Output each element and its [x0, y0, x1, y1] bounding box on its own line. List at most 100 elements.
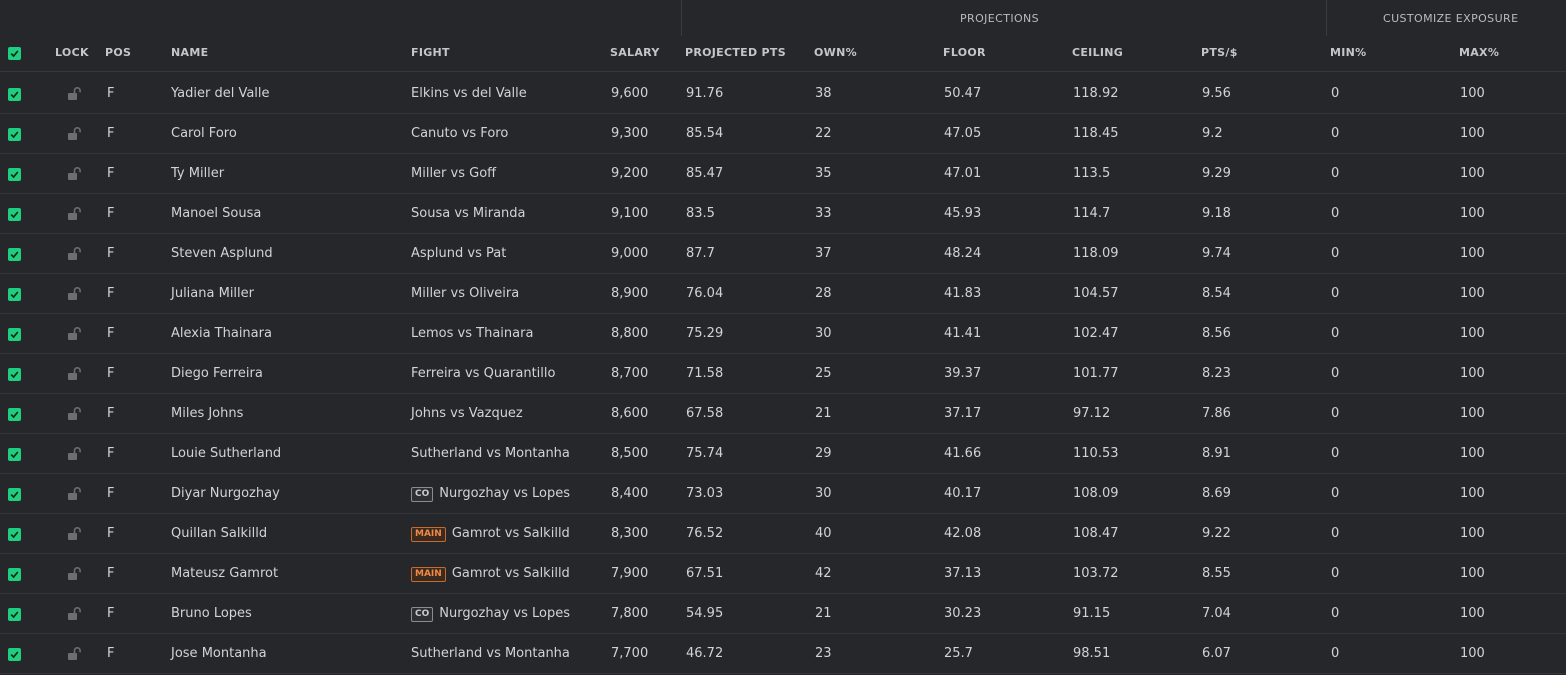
- projected-pts[interactable]: 76.52: [686, 526, 723, 541]
- player-name[interactable]: Juliana Miller: [171, 286, 254, 301]
- column-header-ceiling[interactable]: CEILING: [1072, 46, 1123, 59]
- min-exposure[interactable]: 0: [1331, 646, 1339, 661]
- projected-pts[interactable]: 76.04: [686, 286, 723, 301]
- unlock-icon[interactable]: [67, 206, 83, 225]
- row-select-checkbox[interactable]: [8, 488, 21, 501]
- player-name[interactable]: Carol Foro: [171, 126, 237, 141]
- max-exposure[interactable]: 100: [1460, 86, 1485, 101]
- projected-pts[interactable]: 67.51: [686, 566, 723, 581]
- column-header-name[interactable]: NAME: [171, 46, 208, 59]
- column-header-own[interactable]: OWN%: [814, 46, 857, 59]
- projected-pts[interactable]: 46.72: [686, 646, 723, 661]
- row-select-checkbox[interactable]: [8, 448, 21, 461]
- min-exposure[interactable]: 0: [1331, 566, 1339, 581]
- max-exposure[interactable]: 100: [1460, 606, 1485, 621]
- max-exposure[interactable]: 100: [1460, 486, 1485, 501]
- min-exposure[interactable]: 0: [1331, 526, 1339, 541]
- row-select-checkbox[interactable]: [8, 88, 21, 101]
- max-exposure[interactable]: 100: [1460, 246, 1485, 261]
- player-name[interactable]: Bruno Lopes: [171, 606, 252, 621]
- row-select-checkbox[interactable]: [8, 208, 21, 221]
- projected-pts[interactable]: 71.58: [686, 366, 723, 381]
- row-select-checkbox[interactable]: [8, 288, 21, 301]
- unlock-icon[interactable]: [67, 326, 83, 345]
- projected-pts[interactable]: 54.95: [686, 606, 723, 621]
- max-exposure[interactable]: 100: [1460, 286, 1485, 301]
- column-header-floor[interactable]: FLOOR: [943, 46, 986, 59]
- min-exposure[interactable]: 0: [1331, 86, 1339, 101]
- min-exposure[interactable]: 0: [1331, 206, 1339, 221]
- max-exposure[interactable]: 100: [1460, 366, 1485, 381]
- max-exposure[interactable]: 100: [1460, 406, 1485, 421]
- player-name[interactable]: Manoel Sousa: [171, 206, 261, 221]
- row-select-checkbox[interactable]: [8, 248, 21, 261]
- max-exposure[interactable]: 100: [1460, 646, 1485, 661]
- projected-pts[interactable]: 83.5: [686, 206, 715, 221]
- player-name[interactable]: Alexia Thainara: [171, 326, 272, 341]
- player-name[interactable]: Yadier del Valle: [171, 86, 270, 101]
- projected-pts[interactable]: 91.76: [686, 86, 723, 101]
- row-select-checkbox[interactable]: [8, 128, 21, 141]
- min-exposure[interactable]: 0: [1331, 246, 1339, 261]
- column-header-pos[interactable]: POS: [105, 46, 131, 59]
- unlock-icon[interactable]: [67, 446, 83, 465]
- min-exposure[interactable]: 0: [1331, 126, 1339, 141]
- min-exposure[interactable]: 0: [1331, 326, 1339, 341]
- unlock-icon[interactable]: [67, 486, 83, 505]
- own-percent[interactable]: 25: [815, 366, 832, 381]
- min-exposure[interactable]: 0: [1331, 606, 1339, 621]
- own-percent[interactable]: 23: [815, 646, 832, 661]
- own-percent[interactable]: 38: [815, 86, 832, 101]
- own-percent[interactable]: 33: [815, 206, 832, 221]
- row-select-checkbox[interactable]: [8, 568, 21, 581]
- player-name[interactable]: Quillan Salkilld: [171, 526, 267, 541]
- projected-pts[interactable]: 75.29: [686, 326, 723, 341]
- row-select-checkbox[interactable]: [8, 328, 21, 341]
- min-exposure[interactable]: 0: [1331, 286, 1339, 301]
- max-exposure[interactable]: 100: [1460, 446, 1485, 461]
- row-select-checkbox[interactable]: [8, 528, 21, 541]
- own-percent[interactable]: 29: [815, 446, 832, 461]
- player-name[interactable]: Jose Montanha: [171, 646, 267, 661]
- unlock-icon[interactable]: [67, 606, 83, 625]
- own-percent[interactable]: 21: [815, 406, 832, 421]
- row-select-checkbox[interactable]: [8, 608, 21, 621]
- row-select-checkbox[interactable]: [8, 168, 21, 181]
- min-exposure[interactable]: 0: [1331, 486, 1339, 501]
- unlock-icon[interactable]: [67, 166, 83, 185]
- own-percent[interactable]: 22: [815, 126, 832, 141]
- min-exposure[interactable]: 0: [1331, 166, 1339, 181]
- player-name[interactable]: Mateusz Gamrot: [171, 566, 278, 581]
- own-percent[interactable]: 28: [815, 286, 832, 301]
- unlock-icon[interactable]: [67, 646, 83, 665]
- column-header-fight[interactable]: FIGHT: [411, 46, 450, 59]
- own-percent[interactable]: 30: [815, 486, 832, 501]
- unlock-icon[interactable]: [67, 406, 83, 425]
- own-percent[interactable]: 40: [815, 526, 832, 541]
- player-name[interactable]: Steven Asplund: [171, 246, 273, 261]
- unlock-icon[interactable]: [67, 566, 83, 585]
- row-select-checkbox[interactable]: [8, 408, 21, 421]
- own-percent[interactable]: 21: [815, 606, 832, 621]
- own-percent[interactable]: 30: [815, 326, 832, 341]
- select-all-checkbox[interactable]: [8, 47, 21, 60]
- projected-pts[interactable]: 73.03: [686, 486, 723, 501]
- own-percent[interactable]: 37: [815, 246, 832, 261]
- projected-pts[interactable]: 87.7: [686, 246, 715, 261]
- max-exposure[interactable]: 100: [1460, 526, 1485, 541]
- player-name[interactable]: Louie Sutherland: [171, 446, 281, 461]
- projected-pts[interactable]: 75.74: [686, 446, 723, 461]
- player-name[interactable]: Diyar Nurgozhay: [171, 486, 280, 501]
- unlock-icon[interactable]: [67, 126, 83, 145]
- max-exposure[interactable]: 100: [1460, 206, 1485, 221]
- own-percent[interactable]: 42: [815, 566, 832, 581]
- max-exposure[interactable]: 100: [1460, 326, 1485, 341]
- column-header-lock[interactable]: LOCK: [55, 46, 89, 59]
- column-header-max[interactable]: MAX%: [1459, 46, 1499, 59]
- row-select-checkbox[interactable]: [8, 368, 21, 381]
- min-exposure[interactable]: 0: [1331, 366, 1339, 381]
- projected-pts[interactable]: 67.58: [686, 406, 723, 421]
- max-exposure[interactable]: 100: [1460, 126, 1485, 141]
- unlock-icon[interactable]: [67, 246, 83, 265]
- player-name[interactable]: Ty Miller: [171, 166, 224, 181]
